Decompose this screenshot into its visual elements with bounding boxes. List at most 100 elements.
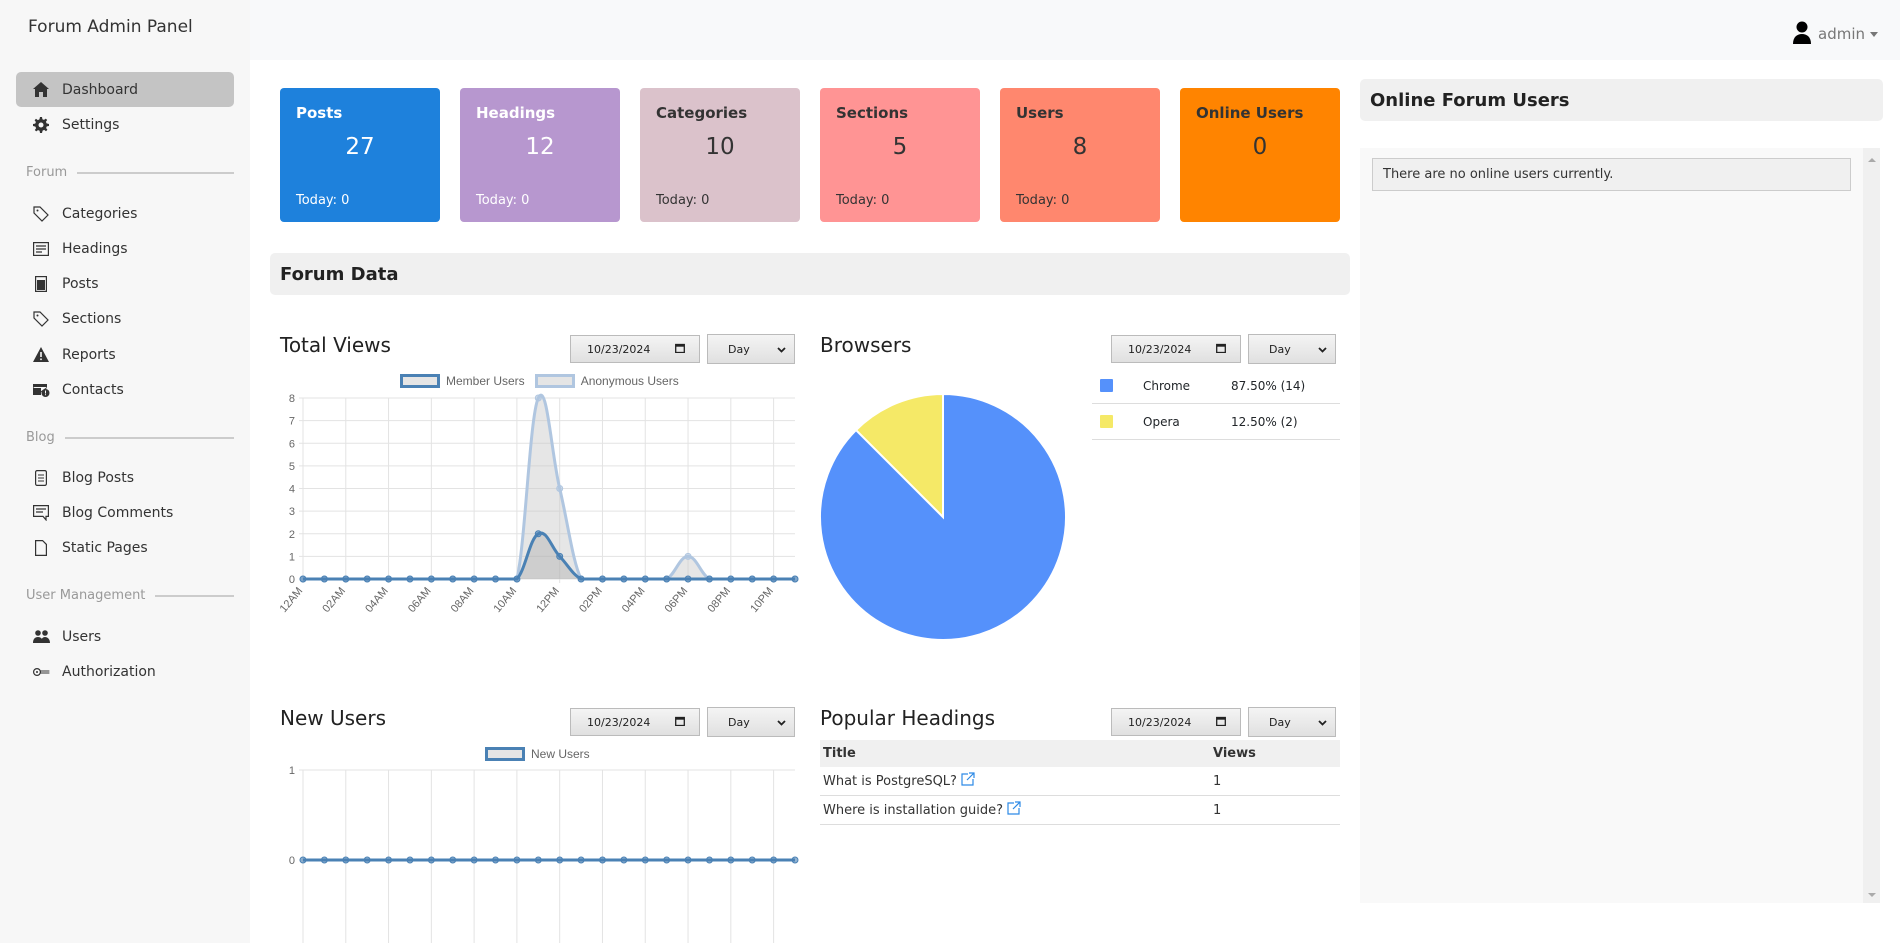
data-point[interactable] xyxy=(492,856,500,864)
stat-card-headings[interactable]: Headings 12 Today: 0 xyxy=(460,88,620,222)
data-point[interactable] xyxy=(791,856,799,864)
sidebar-item-static-pages[interactable]: Static Pages xyxy=(16,530,234,565)
legend-swatch-member[interactable] xyxy=(400,374,440,388)
date-value: 10/23/2024 xyxy=(1128,342,1192,356)
data-point[interactable] xyxy=(470,856,478,864)
browsers-period-select[interactable]: Day xyxy=(1248,334,1336,364)
data-point[interactable] xyxy=(598,575,606,583)
stat-card-posts[interactable]: Posts 27 Today: 0 xyxy=(280,88,440,222)
data-point[interactable] xyxy=(449,575,457,583)
sidebar-item-blog-comments[interactable]: Blog Comments xyxy=(16,495,234,530)
sidebar-item-blog-posts[interactable]: Blog Posts xyxy=(16,460,234,495)
stat-card-online-users[interactable]: Online Users 0 xyxy=(1180,88,1340,222)
data-point[interactable] xyxy=(534,394,542,402)
external-link-icon[interactable] xyxy=(1007,801,1021,819)
chevron-down-icon xyxy=(777,716,786,729)
data-point[interactable] xyxy=(748,856,756,864)
data-point[interactable] xyxy=(727,575,735,583)
sidebar-item-reports[interactable]: Reports xyxy=(16,337,234,372)
data-point[interactable] xyxy=(556,552,564,560)
data-point[interactable] xyxy=(363,575,371,583)
data-point[interactable] xyxy=(620,575,628,583)
data-point[interactable] xyxy=(427,575,435,583)
data-point[interactable] xyxy=(320,856,328,864)
data-point[interactable] xyxy=(556,856,564,864)
data-point[interactable] xyxy=(513,575,521,583)
new-users-date-input[interactable]: 10/23/2024 xyxy=(570,708,700,736)
data-point[interactable] xyxy=(470,575,478,583)
legend-swatch-new-users[interactable] xyxy=(485,747,525,761)
data-point[interactable] xyxy=(427,856,435,864)
sidebar-item-headings[interactable]: Headings xyxy=(16,231,234,266)
sidebar-item-sections[interactable]: Sections xyxy=(16,301,234,336)
data-point[interactable] xyxy=(385,575,393,583)
scroll-down-arrow-icon[interactable] xyxy=(1868,893,1876,897)
user-menu[interactable]: admin xyxy=(1791,20,1878,48)
data-point[interactable] xyxy=(534,856,542,864)
data-point[interactable] xyxy=(770,575,778,583)
data-point[interactable] xyxy=(342,856,350,864)
data-point[interactable] xyxy=(641,575,649,583)
stat-card-users[interactable]: Users 8 Today: 0 xyxy=(1000,88,1160,222)
total-views-period-select[interactable]: Day xyxy=(707,334,795,364)
data-point[interactable] xyxy=(556,485,564,492)
forum-data-header: Forum Data xyxy=(270,253,1350,295)
x-tick-label: 08AM xyxy=(449,585,477,615)
online-users-scrollbar[interactable] xyxy=(1863,148,1880,903)
data-point[interactable] xyxy=(385,856,393,864)
data-point[interactable] xyxy=(320,575,328,583)
data-point[interactable] xyxy=(663,856,671,864)
stat-title: Users xyxy=(1016,104,1064,122)
total-views-date-input[interactable]: 10/23/2024 xyxy=(570,335,700,363)
data-point[interactable] xyxy=(748,575,756,583)
total-views-legend: Member Users Anonymous Users xyxy=(400,374,679,388)
data-point[interactable] xyxy=(620,856,628,864)
data-point[interactable] xyxy=(684,552,692,560)
popular-headings-date-input[interactable]: 10/23/2024 xyxy=(1111,708,1241,736)
data-point[interactable] xyxy=(577,856,585,864)
data-point[interactable] xyxy=(684,575,692,583)
legend-swatch-anonymous[interactable] xyxy=(534,374,575,388)
browser-row: Chrome 87.50% (14) xyxy=(1092,368,1340,404)
stat-card-sections[interactable]: Sections 5 Today: 0 xyxy=(820,88,980,222)
data-point[interactable] xyxy=(598,856,606,864)
data-point[interactable] xyxy=(449,856,457,864)
sidebar-item-posts[interactable]: Posts xyxy=(16,266,234,301)
data-point[interactable] xyxy=(299,575,307,583)
data-point[interactable] xyxy=(299,856,307,864)
data-point[interactable] xyxy=(363,856,371,864)
data-point[interactable] xyxy=(705,575,713,583)
data-point[interactable] xyxy=(770,856,778,864)
data-point[interactable] xyxy=(534,530,542,538)
data-point[interactable] xyxy=(684,856,692,864)
sidebar-item-users[interactable]: Users xyxy=(16,619,234,654)
data-point[interactable] xyxy=(577,575,585,583)
data-point[interactable] xyxy=(641,856,649,864)
data-point[interactable] xyxy=(342,575,350,583)
browsers-date-input[interactable]: 10/23/2024 xyxy=(1111,335,1241,363)
sidebar-item-dashboard[interactable]: Dashboard xyxy=(16,72,234,107)
data-point[interactable] xyxy=(406,575,414,583)
external-link-icon[interactable] xyxy=(961,772,975,790)
data-point[interactable] xyxy=(406,856,414,864)
data-point[interactable] xyxy=(705,856,713,864)
x-tick-label: 12AM xyxy=(278,585,306,615)
stat-card-categories[interactable]: Categories 10 Today: 0 xyxy=(640,88,800,222)
data-point[interactable] xyxy=(791,575,799,583)
sidebar-item-contacts[interactable]: Contacts xyxy=(16,372,234,407)
data-point[interactable] xyxy=(727,856,735,864)
sidebar-item-authorization[interactable]: Authorization xyxy=(16,654,234,689)
data-point[interactable] xyxy=(663,575,671,583)
sidebar-item-categories[interactable]: Categories xyxy=(16,196,234,231)
new-users-period-select[interactable]: Day xyxy=(707,707,795,737)
sidebar-item-label: Static Pages xyxy=(62,539,148,556)
scroll-up-arrow-icon[interactable] xyxy=(1868,158,1876,162)
divider xyxy=(77,171,234,174)
data-point[interactable] xyxy=(492,575,500,583)
stat-title: Headings xyxy=(476,104,556,122)
popular-headings-period-select[interactable]: Day xyxy=(1248,707,1336,737)
data-point[interactable] xyxy=(513,856,521,864)
heading-title-cell: What is PostgreSQL? xyxy=(820,772,1213,790)
sidebar-item-settings[interactable]: Settings xyxy=(16,107,234,142)
date-value: 10/23/2024 xyxy=(587,715,651,729)
